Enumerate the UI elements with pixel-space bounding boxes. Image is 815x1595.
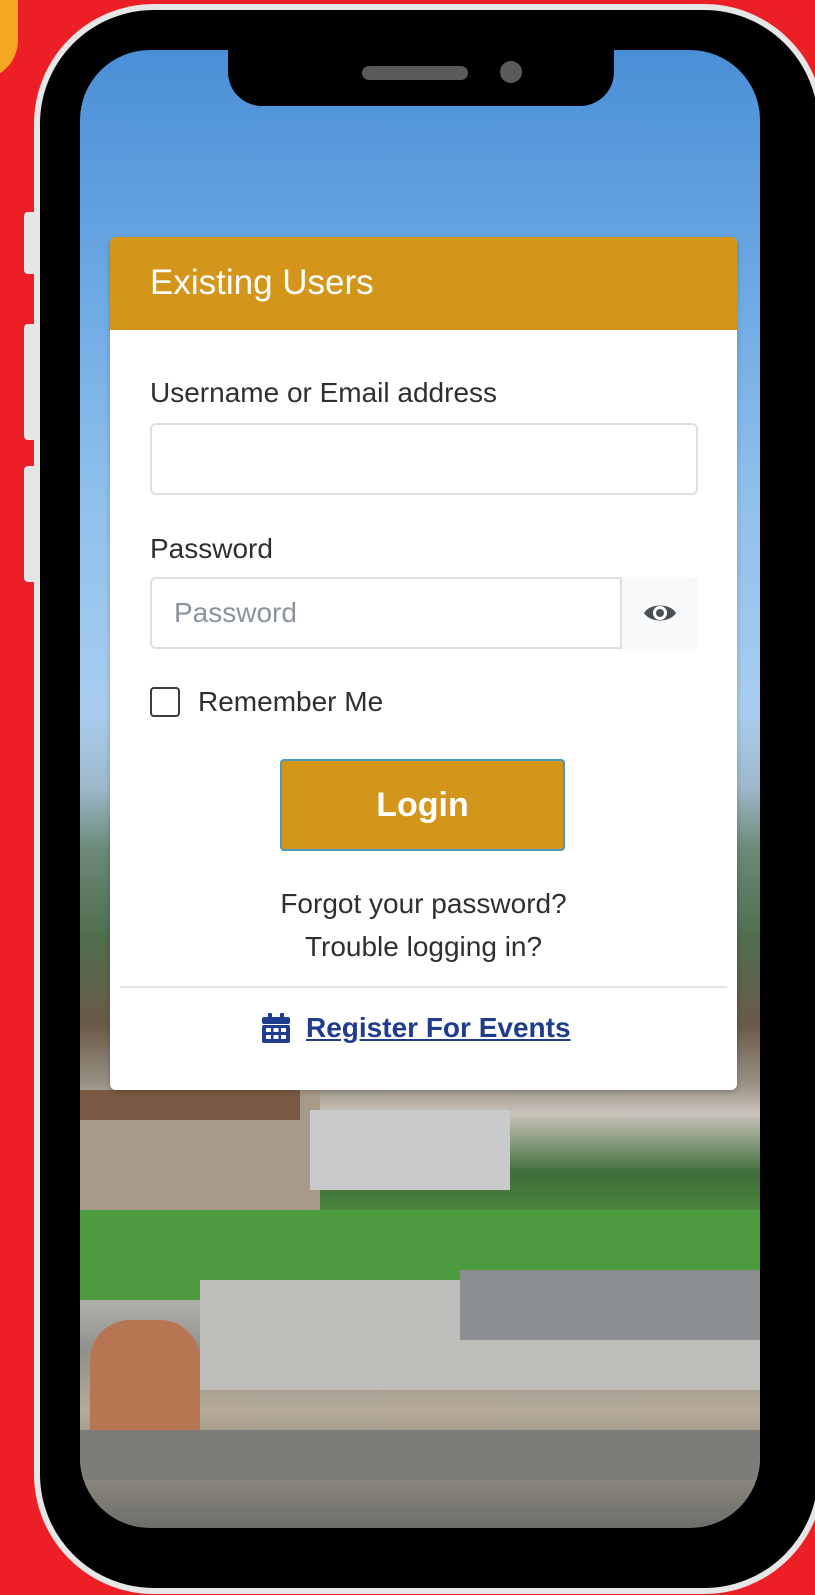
front-camera — [500, 61, 522, 83]
username-input[interactable] — [150, 423, 698, 495]
username-label: Username or Email address — [150, 377, 498, 408]
background-building — [310, 1110, 510, 1190]
password-label: Password — [150, 533, 273, 564]
register-for-events-link[interactable]: Register For Events — [260, 1012, 571, 1044]
background-roof — [80, 1090, 300, 1120]
login-card: Existing Users Username or Email address… — [110, 237, 737, 1090]
login-button[interactable]: Login — [280, 759, 565, 851]
card-header: Existing Users — [110, 237, 737, 330]
eye-icon — [644, 605, 676, 621]
show-password-button[interactable] — [620, 577, 698, 649]
calendar-icon — [262, 1013, 290, 1043]
speaker-grille — [362, 66, 468, 80]
background-building — [460, 1270, 760, 1340]
divider — [120, 986, 727, 988]
corner-accent — [0, 0, 18, 80]
card-title: Existing Users — [150, 263, 374, 302]
forgot-password-link[interactable]: Forgot your password? — [110, 888, 737, 920]
remember-me-label[interactable]: Remember Me — [198, 686, 383, 718]
remember-me-checkbox[interactable] — [150, 687, 180, 717]
background-dome — [90, 1320, 200, 1430]
trouble-logging-in-link[interactable]: Trouble logging in? — [110, 931, 737, 963]
background-roof-deck — [80, 1430, 760, 1480]
register-for-events-label: Register For Events — [306, 1012, 571, 1043]
password-input[interactable] — [150, 577, 698, 649]
